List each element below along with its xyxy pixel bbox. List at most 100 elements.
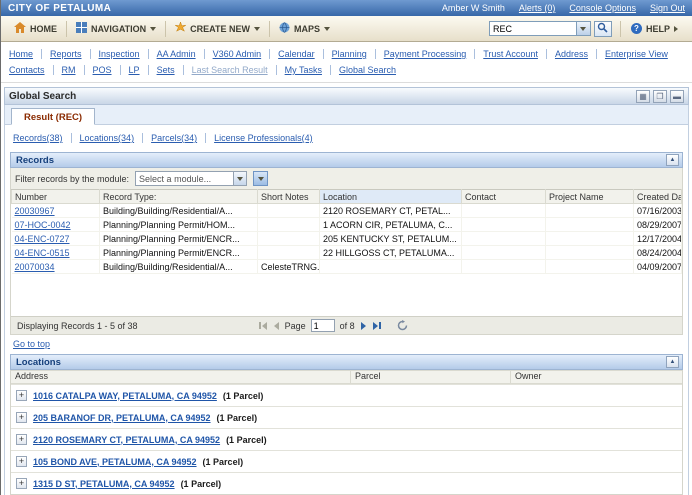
record-number-link[interactable]: 07-HOC-0042 (15, 220, 71, 230)
nav-link-rm[interactable]: RM (54, 65, 85, 75)
column-header-parcel[interactable]: Parcel (351, 370, 511, 384)
nav-link-aa-admin[interactable]: AA Admin (149, 49, 205, 59)
records-status-text: Displaying Records 1 - 5 of 38 (17, 321, 138, 331)
nav-link-trust-account[interactable]: Trust Account (475, 49, 547, 59)
record-number-link[interactable]: 20030967 (15, 206, 55, 216)
address-link[interactable]: 1315 D ST, PETALUMA, CA 94952 (33, 479, 175, 489)
location-row: + 2120 ROSEMARY CT, PETALUMA, CA 94952 (… (11, 428, 682, 450)
column-header-number[interactable]: Number (12, 190, 100, 204)
nav-link-planning[interactable]: Planning (324, 49, 376, 59)
search-dropdown-arrow[interactable] (577, 21, 591, 36)
column-header-project-name[interactable]: Project Name (546, 190, 634, 204)
column-header-short-notes[interactable]: Short Notes (258, 190, 320, 204)
search-input[interactable] (489, 21, 577, 36)
locations-collapse-button[interactable]: ▲ (666, 356, 679, 368)
alerts-link[interactable]: Alerts (0) (519, 3, 556, 13)
go-to-top-link[interactable]: Go to top (13, 339, 50, 349)
nav-link-global-search[interactable]: Global Search (331, 65, 404, 75)
header-user-area: Amber W Smith Alerts (0) Console Options… (442, 3, 685, 13)
sign-out-link[interactable]: Sign Out (650, 3, 685, 13)
page-number-input[interactable] (311, 319, 335, 332)
project-name-cell (546, 204, 634, 218)
first-page-button[interactable] (258, 322, 268, 330)
nav-link-calendar[interactable]: Calendar (270, 49, 324, 59)
expand-plus-icon[interactable]: + (16, 456, 27, 467)
navigation-button-label: NAVIGATION (91, 24, 146, 34)
nav-link-payment-processing[interactable]: Payment Processing (376, 49, 476, 59)
parcel-count-label: (1 Parcel) (226, 435, 267, 445)
page-label: Page (285, 321, 306, 331)
nav-link-contacts[interactable]: Contacts (9, 65, 54, 75)
address-link[interactable]: 1016 CATALPA WAY, PETALUMA, CA 94952 (33, 391, 217, 401)
result-link-license-professionals[interactable]: License Professionals(4) (206, 133, 321, 143)
nav-link-sets[interactable]: Sets (149, 65, 184, 75)
location-cell: 22 HILLGOSS CT, PETALUMA... (320, 246, 462, 260)
location-cell: 1 ACORN CIR, PETALUMA, C... (320, 218, 462, 232)
module-nav-row-2: ContactsRMPOSLPSetsLast Search ResultMy … (9, 62, 684, 78)
record-type-cell: Planning/Planning Permit/ENCR... (100, 246, 258, 260)
column-header-location[interactable]: Location (320, 190, 462, 204)
nav-link-lp[interactable]: LP (121, 65, 149, 75)
global-search-box (489, 21, 612, 37)
address-link[interactable]: 205 BARANOF DR, PETALUMA, CA 94952 (33, 413, 211, 423)
nav-link-v360-admin[interactable]: V360 Admin (205, 49, 271, 59)
created-date-cell: 12/17/2004 (634, 232, 682, 246)
expand-plus-icon[interactable]: + (16, 434, 27, 445)
address-link[interactable]: 2120 ROSEMARY CT, PETALUMA, CA 94952 (33, 435, 220, 445)
records-table-empty-area (11, 274, 682, 316)
expand-plus-icon[interactable]: + (16, 478, 27, 489)
go-to-top-row: Go to top (5, 335, 688, 352)
nav-link-reports[interactable]: Reports (42, 49, 91, 59)
result-link-records[interactable]: Records(38) (13, 133, 72, 143)
module-filter-apply-button[interactable] (253, 171, 268, 186)
last-page-button[interactable] (372, 322, 382, 330)
create-new-button[interactable]: CREATE NEW (166, 16, 269, 41)
column-header-owner[interactable]: Owner (511, 370, 682, 384)
console-options-link[interactable]: Console Options (569, 3, 636, 13)
nav-link-inspection[interactable]: Inspection (91, 49, 149, 59)
column-header-record-type[interactable]: Record Type: (100, 190, 258, 204)
expand-plus-icon[interactable]: + (16, 390, 27, 401)
search-button[interactable] (594, 21, 612, 37)
maps-button[interactable]: MAPS (270, 16, 339, 41)
maps-globe-icon (279, 22, 290, 35)
nav-link-enterprise-view[interactable]: Enterprise View (597, 49, 676, 59)
previous-page-button[interactable] (273, 322, 280, 330)
refresh-icon[interactable] (397, 320, 408, 331)
records-section-body: Filter records by the module: Select a m… (10, 168, 683, 335)
chevron-down-icon (324, 27, 330, 31)
record-number-link[interactable]: 04-ENC-0515 (15, 248, 70, 258)
help-button[interactable]: ? HELP (621, 23, 688, 34)
record-type-cell: Building/Building/Residential/A... (100, 204, 258, 218)
home-button-label: HOME (30, 24, 57, 34)
tab-result-rec[interactable]: Result (REC) (11, 108, 95, 125)
records-collapse-button[interactable]: ▲ (666, 154, 679, 166)
column-header-contact[interactable]: Contact (462, 190, 546, 204)
navigation-button[interactable]: NAVIGATION (67, 16, 165, 41)
nav-link-last-search-result[interactable]: Last Search Result (184, 65, 277, 75)
nav-link-address[interactable]: Address (547, 49, 597, 59)
home-button[interactable]: HOME (5, 16, 66, 41)
nav-link-my-tasks[interactable]: My Tasks (277, 65, 331, 75)
next-page-button[interactable] (360, 322, 367, 330)
records-pagination-bar: Displaying Records 1 - 5 of 38 Page of 8 (11, 316, 682, 334)
panel-control-button-2[interactable]: ❐ (653, 90, 667, 103)
panel-control-button-3[interactable]: ▬ (670, 90, 684, 103)
record-number-link[interactable]: 20070034 (15, 262, 55, 272)
expand-plus-icon[interactable]: + (16, 412, 27, 423)
panel-control-button-1[interactable]: ▦ (636, 90, 650, 103)
address-link[interactable]: 105 BOND AVE, PETALUMA, CA 94952 (33, 457, 197, 467)
column-header-created-date[interactable]: Created Date (634, 190, 682, 204)
record-number-link[interactable]: 04-ENC-0727 (15, 234, 70, 244)
record-type-cell: Planning/Planning Permit/ENCR... (100, 232, 258, 246)
records-section-header: Records ▲ (10, 152, 683, 168)
module-select[interactable]: Select a module... (135, 171, 247, 186)
record-type-cell: Building/Building/Residential/A... (100, 260, 258, 274)
column-header-address[interactable]: Address (11, 370, 351, 384)
module-nav-row-1: HomeReportsInspectionAA AdminV360 AdminC… (9, 46, 684, 62)
project-name-cell (546, 218, 634, 232)
nav-link-pos[interactable]: POS (85, 65, 121, 75)
result-link-parcels[interactable]: Parcels(34) (143, 133, 206, 143)
result-link-locations[interactable]: Locations(34) (72, 133, 144, 143)
nav-link-home[interactable]: Home (9, 49, 42, 59)
